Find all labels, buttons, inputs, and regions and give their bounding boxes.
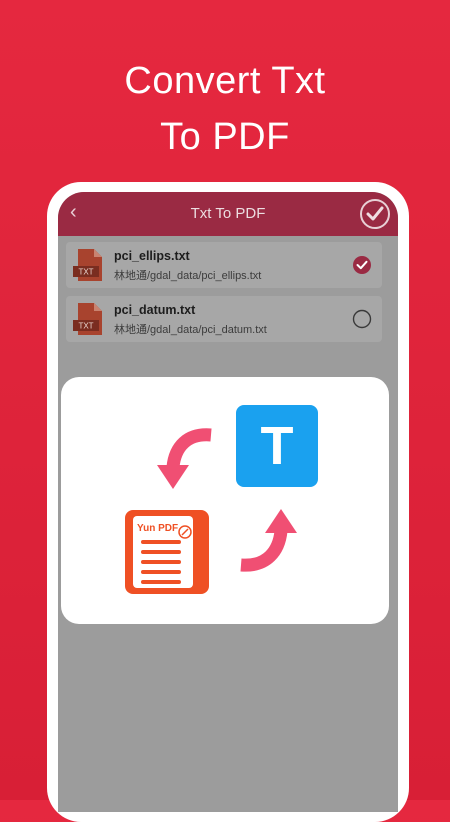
selected-check-icon[interactable] [352,255,372,275]
pdf-app-icon: Yun PDF [125,510,209,594]
txt-file-icon: TXT [73,249,102,281]
headline-line-1: Convert Txt [124,60,326,102]
curved-arrow-down-icon [157,428,212,489]
txt-file-icon: TXT [73,303,102,335]
app-bar: ‹ Txt To PDF [58,192,398,236]
pen-icon [178,525,192,539]
letter-t-icon: T [261,416,294,476]
file-path: 林地通/gdal_data/pci_ellips.txt [114,270,262,282]
check-icon [366,206,384,221]
confirm-check-icon[interactable] [360,199,390,229]
file-path: 林地通/gdal_data/pci_datum.txt [114,324,267,336]
file-name: pci_ellips.txt [114,249,190,263]
svg-text:TXT: TXT [78,322,93,331]
headline-line-2: To PDF [160,116,290,158]
file-name: pci_datum.txt [114,303,196,317]
svg-text:TXT: TXT [78,268,93,277]
unselected-radio-icon[interactable] [352,309,372,329]
app-bar-title: Txt To PDF [190,205,266,222]
file-row[interactable]: TXT pci_datum.txt 林地通/gdal_data/pci_datu… [66,296,382,342]
txt-app-icon: T [236,405,318,487]
svg-text:T: T [261,416,294,476]
file-list: TXT pci_ellips.txt 林地通/gdal_data/pci_ell… [66,242,382,350]
file-row[interactable]: TXT pci_ellips.txt 林地通/gdal_data/pci_ell… [66,242,382,288]
conversion-illustration: T Yun PDF [61,377,389,624]
curved-arrow-up-icon [240,509,297,572]
